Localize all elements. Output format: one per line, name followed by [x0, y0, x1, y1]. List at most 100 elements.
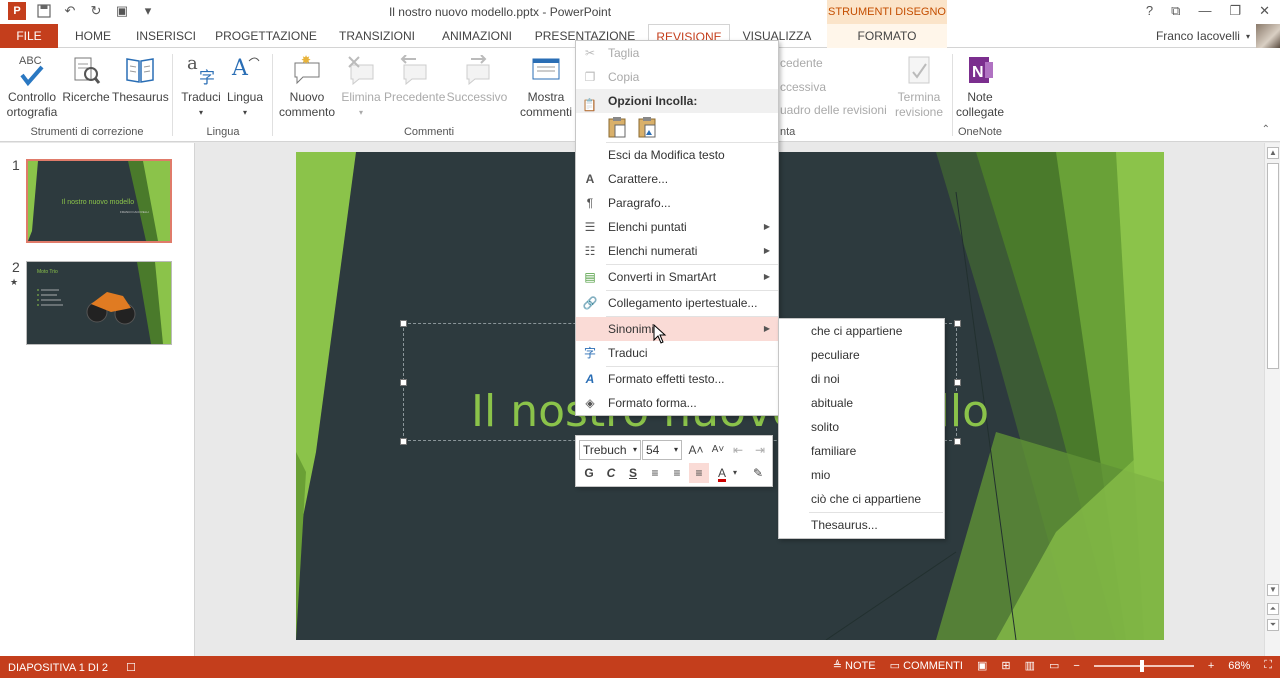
menu-item-thesaurus[interactable]: Thesaurus... — [779, 513, 944, 537]
revision-next-button[interactable]: ccessiva — [780, 80, 826, 94]
synonym-item[interactable]: che ci appartiene — [779, 319, 944, 343]
menu-item-translate[interactable]: 字 Traduci — [576, 341, 778, 365]
synonym-item[interactable]: abituale — [779, 391, 944, 415]
minimize-icon[interactable]: — — [1198, 3, 1211, 19]
user-account[interactable]: Franco Iacovelli ▾ — [1156, 24, 1280, 48]
translate-button[interactable]: a字 Traduci ▾ — [176, 52, 226, 120]
group-label-language: Lingua — [206, 126, 240, 138]
align-center-icon[interactable]: ≡ — [667, 463, 687, 483]
font-size-select[interactable]: 54 ▾ — [642, 440, 682, 460]
synonym-item[interactable]: di noi — [779, 367, 944, 391]
synonym-item[interactable]: familiare — [779, 439, 944, 463]
revision-pane-button[interactable]: uadro delle revisioni — [780, 103, 887, 117]
tab-file[interactable]: FILE — [0, 24, 58, 48]
synonym-item[interactable]: mio — [779, 463, 944, 487]
resize-handle[interactable] — [954, 379, 961, 386]
increase-font-icon[interactable]: A˄ — [686, 440, 706, 460]
translate-icon: 字 — [583, 346, 596, 360]
italic-button[interactable]: C — [601, 463, 621, 483]
tab-progettazione[interactable]: PROGETTAZIONE — [210, 24, 322, 48]
bold-button[interactable]: G — [579, 463, 599, 483]
zoom-out-icon[interactable]: − — [1073, 660, 1079, 672]
tab-transizioni[interactable]: TRANSIZIONI — [330, 24, 424, 48]
tab-home[interactable]: HOME — [63, 24, 123, 48]
menu-item-format-shape[interactable]: ◈ Formato forma... — [576, 391, 778, 415]
align-right-icon[interactable]: ≡ — [689, 463, 709, 483]
scroll-down-icon[interactable]: ▼ — [1267, 584, 1279, 596]
next-slide-icon[interactable]: ⏷ — [1267, 619, 1279, 631]
zoom-level[interactable]: 68% — [1228, 660, 1250, 672]
paste-as-picture-icon[interactable] — [636, 115, 660, 139]
underline-button[interactable]: S — [623, 463, 643, 483]
resize-handle[interactable] — [400, 379, 407, 386]
comments-button[interactable]: ▭ COMMENTI — [890, 659, 963, 672]
zoom-in-icon[interactable]: + — [1208, 660, 1214, 672]
spelling-button[interactable]: ABC Controllo ortografia — [4, 52, 60, 120]
restore-icon[interactable]: ❐ — [1229, 3, 1241, 19]
collapse-ribbon-icon[interactable]: ⌃ — [1262, 124, 1270, 135]
new-comment-button[interactable]: ✸ Nuovo commento — [276, 52, 338, 120]
spell-check-status-icon[interactable]: ☐ — [126, 661, 136, 674]
slide-thumbnail-2[interactable]: Moto Trio — [26, 261, 172, 345]
slide-thumbnail-1[interactable]: Il nostro nuovo modello FRANCO IACOVELLI — [26, 159, 172, 243]
revision-previous-button[interactable]: cedente — [780, 56, 823, 70]
smartart-icon: ▤ — [584, 270, 596, 284]
font-name-select[interactable]: Trebuch ▾ — [579, 440, 641, 460]
synonym-item[interactable]: solito — [779, 415, 944, 439]
tab-inserisci[interactable]: INSERISCI — [130, 24, 202, 48]
avatar — [1256, 24, 1280, 48]
zoom-slider-thumb[interactable] — [1139, 659, 1144, 672]
scroll-up-icon[interactable]: ▲ — [1267, 147, 1279, 159]
menu-item-smartart[interactable]: ▤ Converti in SmartArt ▶ — [576, 265, 778, 289]
synonym-item[interactable]: ciò che ci appartiene — [779, 487, 944, 511]
slide-sorter-icon[interactable]: ⊞ — [1001, 659, 1010, 672]
close-icon[interactable]: ✕ — [1259, 3, 1270, 19]
show-comments-button[interactable]: Mostra commenti — [516, 52, 576, 120]
menu-item-numbering[interactable]: ☷ Elenchi numerati ▶ — [576, 239, 778, 263]
normal-view-icon[interactable]: ▣ — [977, 659, 987, 672]
delete-comment-button[interactable]: Elimina ▾ — [338, 52, 384, 120]
menu-item-cut[interactable]: ✂ Taglia — [576, 41, 778, 65]
synonym-item[interactable]: peculiare — [779, 343, 944, 367]
menu-item-paragraph[interactable]: ¶ Paragrafo... — [576, 191, 778, 215]
chevron-down-icon[interactable]: ▾ — [730, 463, 740, 483]
tab-formato[interactable]: FORMATO — [827, 24, 947, 48]
decrease-font-icon[interactable]: A˅ — [708, 440, 728, 460]
font-color-icon[interactable]: A — [712, 463, 732, 483]
end-review-button[interactable]: Termina revisione — [890, 52, 948, 120]
menu-item-bullets[interactable]: ☰ Elenchi puntati ▶ — [576, 215, 778, 239]
slideshow-icon[interactable]: ▭ — [1049, 659, 1059, 672]
menu-item-synonyms[interactable]: Sinonimi ▶ — [576, 317, 778, 341]
reading-view-icon[interactable]: ▥ — [1025, 659, 1035, 672]
next-comment-button[interactable]: Successivo — [446, 52, 508, 105]
resize-handle[interactable] — [954, 438, 961, 445]
format-painter-icon[interactable]: ✎ — [748, 463, 768, 483]
resize-handle[interactable] — [400, 320, 407, 327]
resize-handle[interactable] — [954, 320, 961, 327]
research-button[interactable]: Ricerche — [60, 52, 112, 105]
zoom-slider[interactable] — [1093, 659, 1194, 672]
scrollbar-thumb[interactable] — [1267, 163, 1279, 369]
increase-indent-icon[interactable]: ⇥ — [750, 440, 770, 460]
menu-item-font[interactable]: A Carattere... — [576, 167, 778, 191]
menu-item-hyperlink[interactable]: 🔗 Collegamento ipertestuale... — [576, 291, 778, 315]
language-button[interactable]: A Lingua ▾ — [222, 52, 268, 120]
vertical-scrollbar[interactable]: ▲ ▼ ⏶ ⏷ — [1264, 143, 1280, 656]
menu-item-exit-text-edit[interactable]: Esci da Modifica testo — [576, 143, 778, 167]
tab-animazioni[interactable]: ANIMAZIONI — [432, 24, 522, 48]
resize-handle[interactable] — [400, 438, 407, 445]
help-icon[interactable]: ? — [1146, 3, 1153, 19]
align-left-icon[interactable]: ≡ — [645, 463, 665, 483]
decrease-indent-icon[interactable]: ⇤ — [728, 440, 748, 460]
previous-comment-button[interactable]: Precedente — [384, 52, 445, 105]
paste-keep-formatting-icon[interactable] — [606, 115, 630, 139]
ribbon-display-icon[interactable]: ⧉ — [1171, 3, 1180, 19]
notes-button[interactable]: ≜ NOTE — [833, 659, 876, 672]
previous-slide-icon[interactable]: ⏶ — [1267, 603, 1279, 615]
menu-item-format-text-effects[interactable]: A Formato effetti testo... — [576, 367, 778, 391]
linked-notes-button[interactable]: N Note collegate — [954, 52, 1006, 120]
fit-slide-icon[interactable]: ⛶ — [1264, 659, 1272, 672]
contextual-group-label: STRUMENTI DISEGNO — [827, 0, 947, 24]
thesaurus-button[interactable]: Thesaurus — [112, 52, 169, 105]
menu-item-copy[interactable]: ❐ Copia — [576, 65, 778, 89]
